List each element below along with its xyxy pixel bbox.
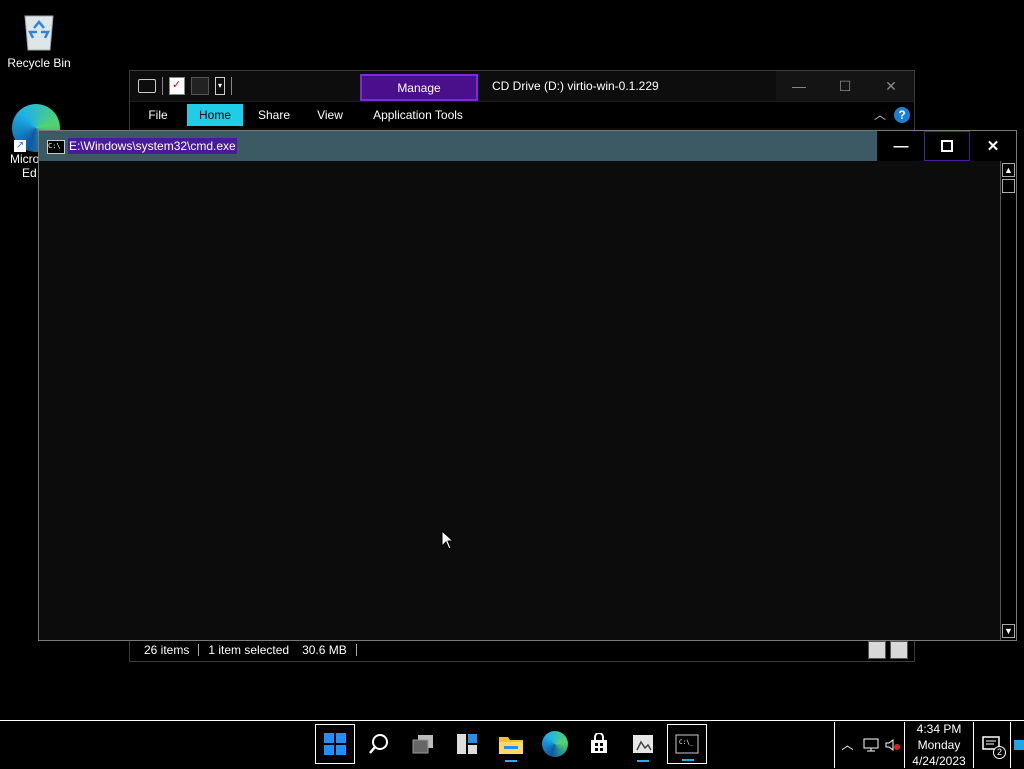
scroll-down-icon[interactable]: ▼ <box>1002 624 1015 638</box>
notifications-button[interactable]: 2 <box>974 722 1010 768</box>
show-hidden-icons[interactable]: ︿ <box>834 721 860 768</box>
terminal-button[interactable]: C:\_ <box>667 724 707 764</box>
setup-app-icon <box>633 735 653 753</box>
cmd-maximize-icon[interactable] <box>924 131 970 161</box>
tab-application-tools[interactable]: Application Tools <box>366 104 470 126</box>
file-explorer-icon <box>499 737 523 754</box>
network-icon[interactable] <box>860 722 882 768</box>
edge-icon <box>542 731 568 757</box>
task-view-button[interactable] <box>403 724 443 764</box>
cmd-console-area[interactable] <box>39 161 1000 640</box>
quick-access-toolbar: ✓ ▾ <box>138 77 232 95</box>
explorer-maximize-icon[interactable]: ☐ <box>822 71 868 101</box>
start-button[interactable] <box>315 724 355 764</box>
shortcut-arrow-icon: ↗ <box>14 140 26 152</box>
qat-dropdown-icon[interactable]: ▾ <box>215 77 225 95</box>
tab-home[interactable]: Home <box>187 104 243 126</box>
running-indicator <box>682 759 694 761</box>
explorer-title-bar[interactable]: ✓ ▾ Manage CD Drive (D:) virtio-win-0.1.… <box>130 71 914 101</box>
explorer-minimize-icon[interactable]: — <box>776 71 822 101</box>
status-item-count: 26 items <box>144 643 190 657</box>
view-toggle-buttons <box>868 641 908 659</box>
task-view-icon <box>412 735 433 754</box>
clock-date: 4/24/2023 <box>912 753 966 768</box>
taskbar-clock[interactable]: 4:34 PM Monday 4/24/2023 <box>904 721 974 768</box>
explorer-window-title: CD Drive (D:) virtio-win-0.1.229 <box>492 79 659 93</box>
large-icons-view-icon[interactable] <box>890 641 908 659</box>
explorer-status-bar: 26 items 1 item selected 30.6 MB <box>130 638 914 661</box>
qat-separator <box>162 77 163 95</box>
edge-button[interactable] <box>535 724 575 764</box>
cmd-minimize-icon[interactable]: — <box>878 131 924 161</box>
explorer-caption-buttons: — ☐ ✕ <box>776 71 914 101</box>
recycle-bin-icon <box>21 10 57 52</box>
store-icon <box>591 733 607 753</box>
cmd-vertical-scrollbar[interactable]: ▲ ▼ <box>1000 161 1016 640</box>
properties-icon[interactable]: ✓ <box>169 77 185 95</box>
mouse-cursor-icon <box>441 529 455 555</box>
start-icon <box>324 733 346 755</box>
widgets-button[interactable] <box>447 724 487 764</box>
status-selected: 1 item selected <box>208 643 290 657</box>
cmd-window[interactable]: C:\ E:\Windows\system32\cmd.exe — ✕ ▲ ▼ <box>38 130 1017 641</box>
drive-icon[interactable] <box>138 79 156 93</box>
running-indicator <box>505 760 517 762</box>
explorer-close-icon[interactable]: ✕ <box>868 71 914 101</box>
chevron-up-icon: ︿ <box>841 738 854 752</box>
cmd-title-bar[interactable]: C:\ E:\Windows\system32\cmd.exe <box>39 131 877 161</box>
scroll-thumb[interactable] <box>1002 179 1015 193</box>
manage-contextual-tab[interactable]: Manage <box>360 74 478 101</box>
volume-muted-icon[interactable] <box>882 722 904 768</box>
help-icon[interactable]: ? <box>894 107 910 123</box>
recycle-bin-label: Recycle Bin <box>7 56 71 70</box>
status-separator-2 <box>355 644 357 656</box>
tab-share[interactable]: Share <box>252 104 296 126</box>
show-desktop-button[interactable] <box>1010 721 1024 768</box>
system-tray: ︿ 4:34 PM Monday 4/24/2023 2 <box>834 721 1024 768</box>
recycle-bin-shortcut[interactable]: Recycle Bin <box>1 8 77 70</box>
tab-file[interactable]: File <box>140 104 176 126</box>
widgets-icon <box>457 734 477 754</box>
terminal-icon: C:\_ <box>675 734 699 754</box>
new-folder-icon[interactable] <box>191 77 209 95</box>
cmd-caption-buttons: — ✕ <box>878 131 1016 161</box>
taskbar: C:\_ ︿ 4:34 PM Monday 4/24/2023 2 <box>0 720 1024 768</box>
setup-app-button[interactable] <box>623 724 663 764</box>
running-indicator <box>637 760 649 762</box>
file-explorer-button[interactable] <box>491 724 531 764</box>
search-button[interactable] <box>359 724 399 764</box>
clock-time: 4:34 PM <box>916 721 962 736</box>
scroll-up-icon[interactable]: ▲ <box>1002 163 1015 177</box>
search-icon <box>369 734 388 754</box>
details-view-icon[interactable] <box>868 641 886 659</box>
clock-day: Monday <box>917 737 961 752</box>
explorer-ribbon-tabs: File Home Share View Application Tools ︿… <box>130 101 914 128</box>
status-size: 30.6 MB <box>302 643 347 657</box>
collapse-ribbon-icon[interactable]: ︿ <box>874 106 886 123</box>
notification-count-badge: 2 <box>993 745 1006 759</box>
cmd-close-icon[interactable]: ✕ <box>970 131 1016 161</box>
show-desktop-icon <box>1013 739 1024 750</box>
svg-text:C:\_: C:\_ <box>679 739 694 746</box>
taskbar-apps: C:\_ <box>315 724 707 764</box>
qat-separator-2 <box>231 77 232 95</box>
store-button[interactable] <box>579 724 619 764</box>
cmd-app-icon[interactable]: C:\ <box>47 140 65 154</box>
tab-view[interactable]: View <box>310 104 350 126</box>
cmd-window-title: E:\Windows\system32\cmd.exe <box>68 138 237 154</box>
